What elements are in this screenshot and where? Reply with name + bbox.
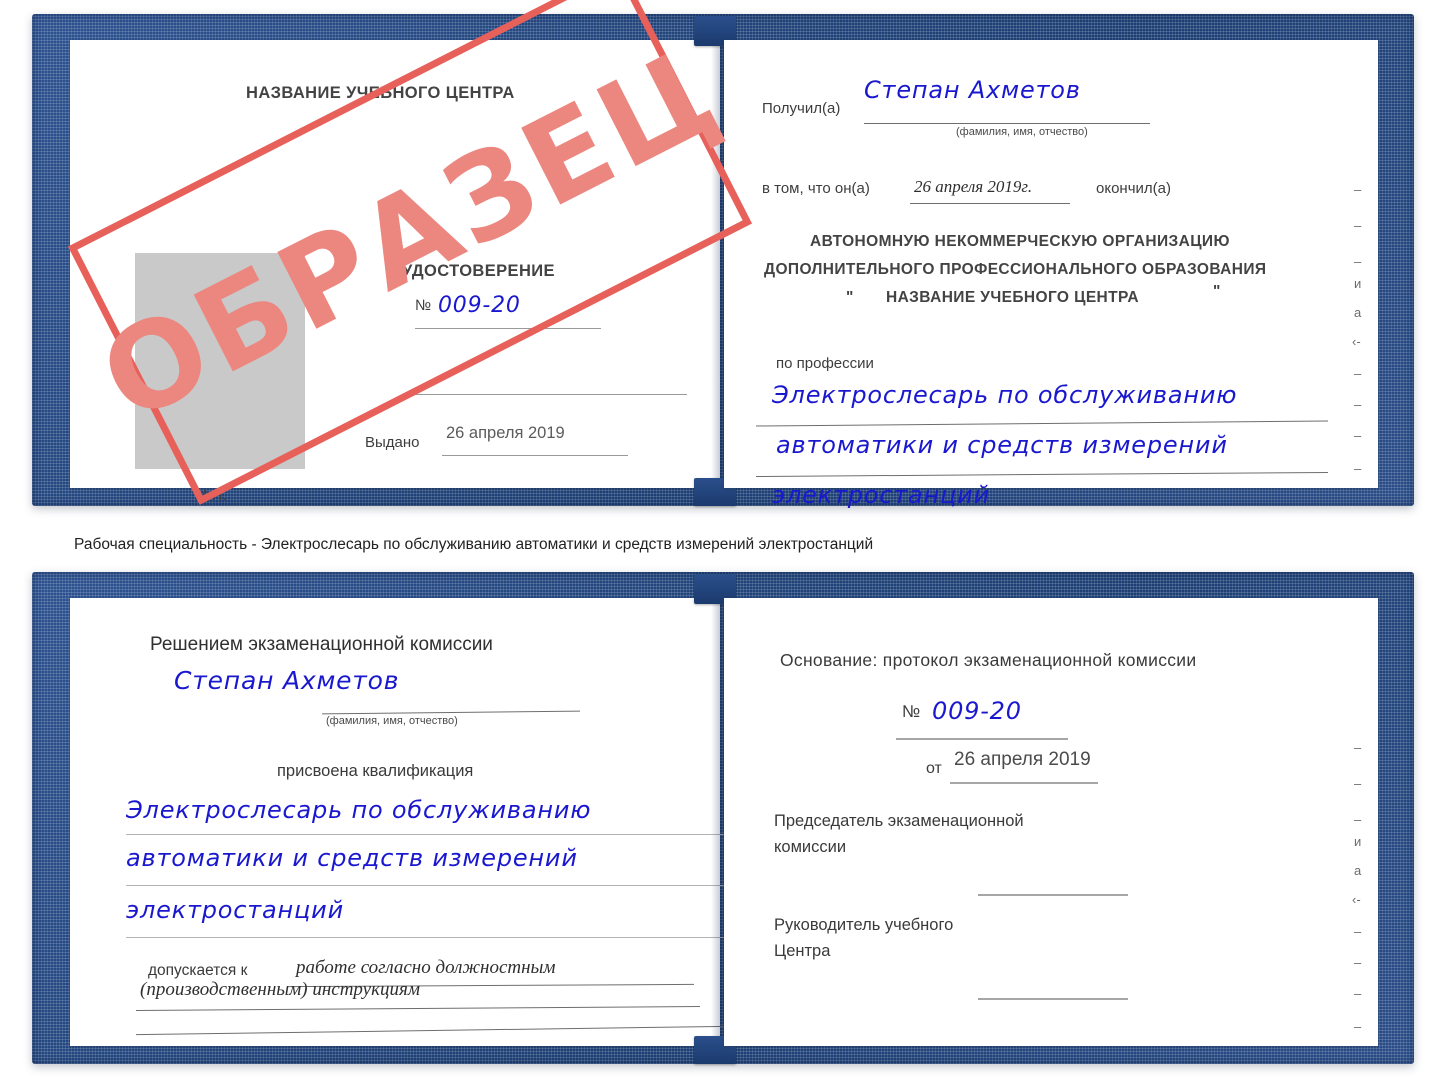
edge-glyph: – [1354,986,1362,1001]
edge-glyph: – [1354,397,1362,412]
blank-rule-1 [415,394,687,395]
edge-glyph: – [1354,1019,1362,1034]
bottom-certificate-left-page: Решением экзаменационной комиссии Степан… [70,598,738,1046]
chairman-signature-rule [978,894,1128,896]
issued-value: 26 апреля 2019 [446,424,565,442]
edge-glyph: – [1354,254,1362,269]
document-title: УДОСТОВЕРЕНИЕ [402,262,555,280]
bottom-certificate-right-page: Основание: протокол экзаменационной коми… [724,598,1378,1046]
certificate-top: НАЗВАНИЕ УЧЕБНОГО ЦЕНТРА УДОСТОВЕРЕНИЕ №… [32,14,1414,509]
organization-line-1: АВТОНОМНУЮ НЕКОММЕРЧЕСКУЮ ОРГАНИЗАЦИЮ [810,233,1230,250]
edge-glyph: – [1354,366,1362,381]
completion-date-rule [910,203,1070,204]
profession-label: по профессии [776,355,874,372]
admitted-line-1: работе согласно должностным [296,957,556,978]
fio-hint: (фамилия, имя, отчество) [326,715,458,727]
admitted-label: допускается к [148,962,248,979]
protocol-date-label: от [926,760,942,777]
qualification-rule-3 [126,937,738,938]
photo-placeholder [135,253,305,469]
student-name-value: Степан Ахметов [174,666,400,695]
qualification-line-2: автоматики и средств измерений [126,844,578,872]
in-that-label: в том, что он(а) [762,180,870,197]
head-label-line-2: Центра [774,942,831,960]
certificate-bottom: Решением экзаменационной комиссии Степан… [32,572,1414,1064]
edge-glyph: – [1354,924,1362,939]
issued-rule [442,455,628,456]
organization-line-3: НАЗВАНИЕ УЧЕБНОГО ЦЕНТРА [886,289,1139,306]
finished-label: окончил(а) [1096,180,1171,197]
admitted-rule-3 [136,1025,728,1036]
seal-label: М.П. [195,487,227,504]
organization-quote-open: " [846,289,854,306]
protocol-date-rule [950,782,1098,784]
admitted-rule-2 [136,1006,700,1011]
qualification-line-3: электростанций [126,896,344,924]
number-rule [415,328,601,329]
edge-glyph: ‹- [1352,892,1361,907]
edge-glyph: – [1354,740,1362,755]
edge-glyph: – [1354,812,1362,827]
student-name-rule [322,710,580,715]
chairman-label-line-1: Председатель экзаменационной [774,812,1024,830]
chairman-label-line-2: комиссии [774,838,847,856]
qualification-line-1: Электрослесарь по обслуживанию [126,796,592,824]
number-value: 009-20 [438,293,521,318]
issued-label: Выдано [365,434,420,451]
edge-glyph: и [1354,834,1362,849]
profession-rule-1 [756,420,1328,427]
qualification-rule-1 [126,834,738,835]
profession-line-3: электростанций [772,481,990,509]
protocol-number-value: 009-20 [932,697,1022,725]
edge-glyph: – [1354,776,1362,791]
qualification-rule-2 [126,885,738,886]
top-certificate-left-page: НАЗВАНИЕ УЧЕБНОГО ЦЕНТРА УДОСТОВЕРЕНИЕ №… [70,40,720,504]
edge-glyph: – [1354,218,1362,233]
protocol-number-label: № [902,702,921,721]
admitted-line-2: (производственным) инструкциям [140,979,420,1000]
basis-label: Основание: протокол экзаменационной коми… [780,650,1197,670]
head-label-line-1: Руководитель учебного [774,916,954,934]
head-signature-rule [978,998,1128,1000]
number-label: № [415,297,432,314]
completion-date: 26 апреля 2019г. [914,177,1033,196]
commission-decision-heading: Решением экзаменационной комиссии [150,634,493,655]
profession-line-1: Электрослесарь по обслуживанию [772,381,1238,409]
organization-quote-close: " [1213,283,1221,300]
protocol-date-value: 26 апреля 2019 [954,749,1091,770]
training-center-heading: НАЗВАНИЕ УЧЕБНОГО ЦЕНТРА [246,84,515,102]
profession-line-2: автоматики и средств измерений [776,431,1228,459]
edge-glyph: и [1354,276,1362,291]
organization-line-2: ДОПОЛНИТЕЛЬНОГО ПРОФЕССИОНАЛЬНОГО ОБРАЗО… [764,261,1267,278]
received-value: Степан Ахметов [864,76,1081,104]
profession-rule-2 [756,472,1328,477]
received-label: Получил(а) [762,100,841,117]
edge-glyph: – [1354,461,1362,476]
qualification-label: присвоена квалификация [277,762,474,780]
edge-glyph: – [1354,428,1362,443]
edge-glyph: а [1354,863,1362,878]
edge-glyph: а [1354,305,1362,320]
page-caption: Рабочая специальность - Электрослесарь п… [74,536,874,553]
top-certificate-right-page: Получил(а) Степан Ахметов (фамилия, имя,… [724,40,1378,509]
protocol-number-rule [896,738,1068,740]
received-rule [864,123,1150,124]
fio-hint: (фамилия, имя, отчество) [956,126,1088,138]
edge-glyph: ‹- [1352,334,1361,349]
edge-glyph: – [1354,182,1362,197]
edge-glyph: – [1354,955,1362,970]
